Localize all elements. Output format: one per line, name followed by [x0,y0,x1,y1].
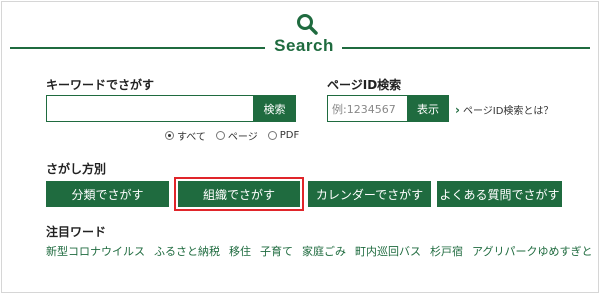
page-id-section-label: ページID検索 [327,78,402,92]
featured-word-link[interactable]: アグリパークゆめすぎと [472,243,592,259]
featured-word-link[interactable]: ふるさと納税 [154,243,220,259]
header-divider-left [10,47,265,49]
highlight-outline [174,177,304,211]
page-id-help-link[interactable]: › ページID検索とは？ [455,102,554,118]
search-scope-radio-group: すべて ページ PDF [165,128,299,143]
featured-word-link[interactable]: 家庭ごみ [302,243,346,259]
radio-page-label: ページ [227,132,258,143]
radio-all-label: すべて [177,132,206,143]
featured-word-link[interactable]: 町内巡回バス [355,243,421,259]
radio-all[interactable]: すべて [165,128,206,143]
radio-page-indicator[interactable] [215,131,225,140]
featured-word-link[interactable]: 新型コロナウイルス [46,243,145,259]
featured-word-link[interactable]: 杉戸宿 [430,243,463,259]
featured-word-link[interactable]: 移住 [229,243,251,259]
featured-words-list: 新型コロナウイルス ふるさと納税 移住 子育て 家庭ごみ 町内巡回バス 杉戸宿 … [46,243,592,259]
page-id-help-link-label: ページID検索とは？ [462,106,554,117]
search-by-category-button[interactable]: 分類でさがす [46,181,169,207]
keyword-input[interactable] [46,95,253,122]
radio-page[interactable]: ページ [215,128,258,143]
featured-word-link[interactable]: 子育て [260,243,293,259]
page-title: Search [274,36,334,55]
keyword-section-label: キーワードでさがす [46,78,155,92]
radio-pdf[interactable]: PDF [267,130,300,141]
radio-pdf-label: PDF [279,130,300,141]
page-id-input[interactable]: 例:1234567 [327,95,407,122]
keyword-search-button[interactable]: 検索 [253,95,296,122]
featured-words-label: 注目ワード [46,225,107,239]
search-by-faq-button[interactable]: よくある質問でさがす [437,181,562,207]
radio-pdf-indicator[interactable] [267,131,277,140]
page-id-show-button[interactable]: 表示 [407,95,449,122]
method-section-label: さがし方別 [46,162,107,176]
search-icon [297,14,318,35]
radio-all-indicator[interactable] [165,131,174,140]
chevron-right-icon: › [455,102,460,117]
search-by-calendar-button[interactable]: カレンダーでさがす [308,181,431,207]
header-divider-right [342,47,590,49]
